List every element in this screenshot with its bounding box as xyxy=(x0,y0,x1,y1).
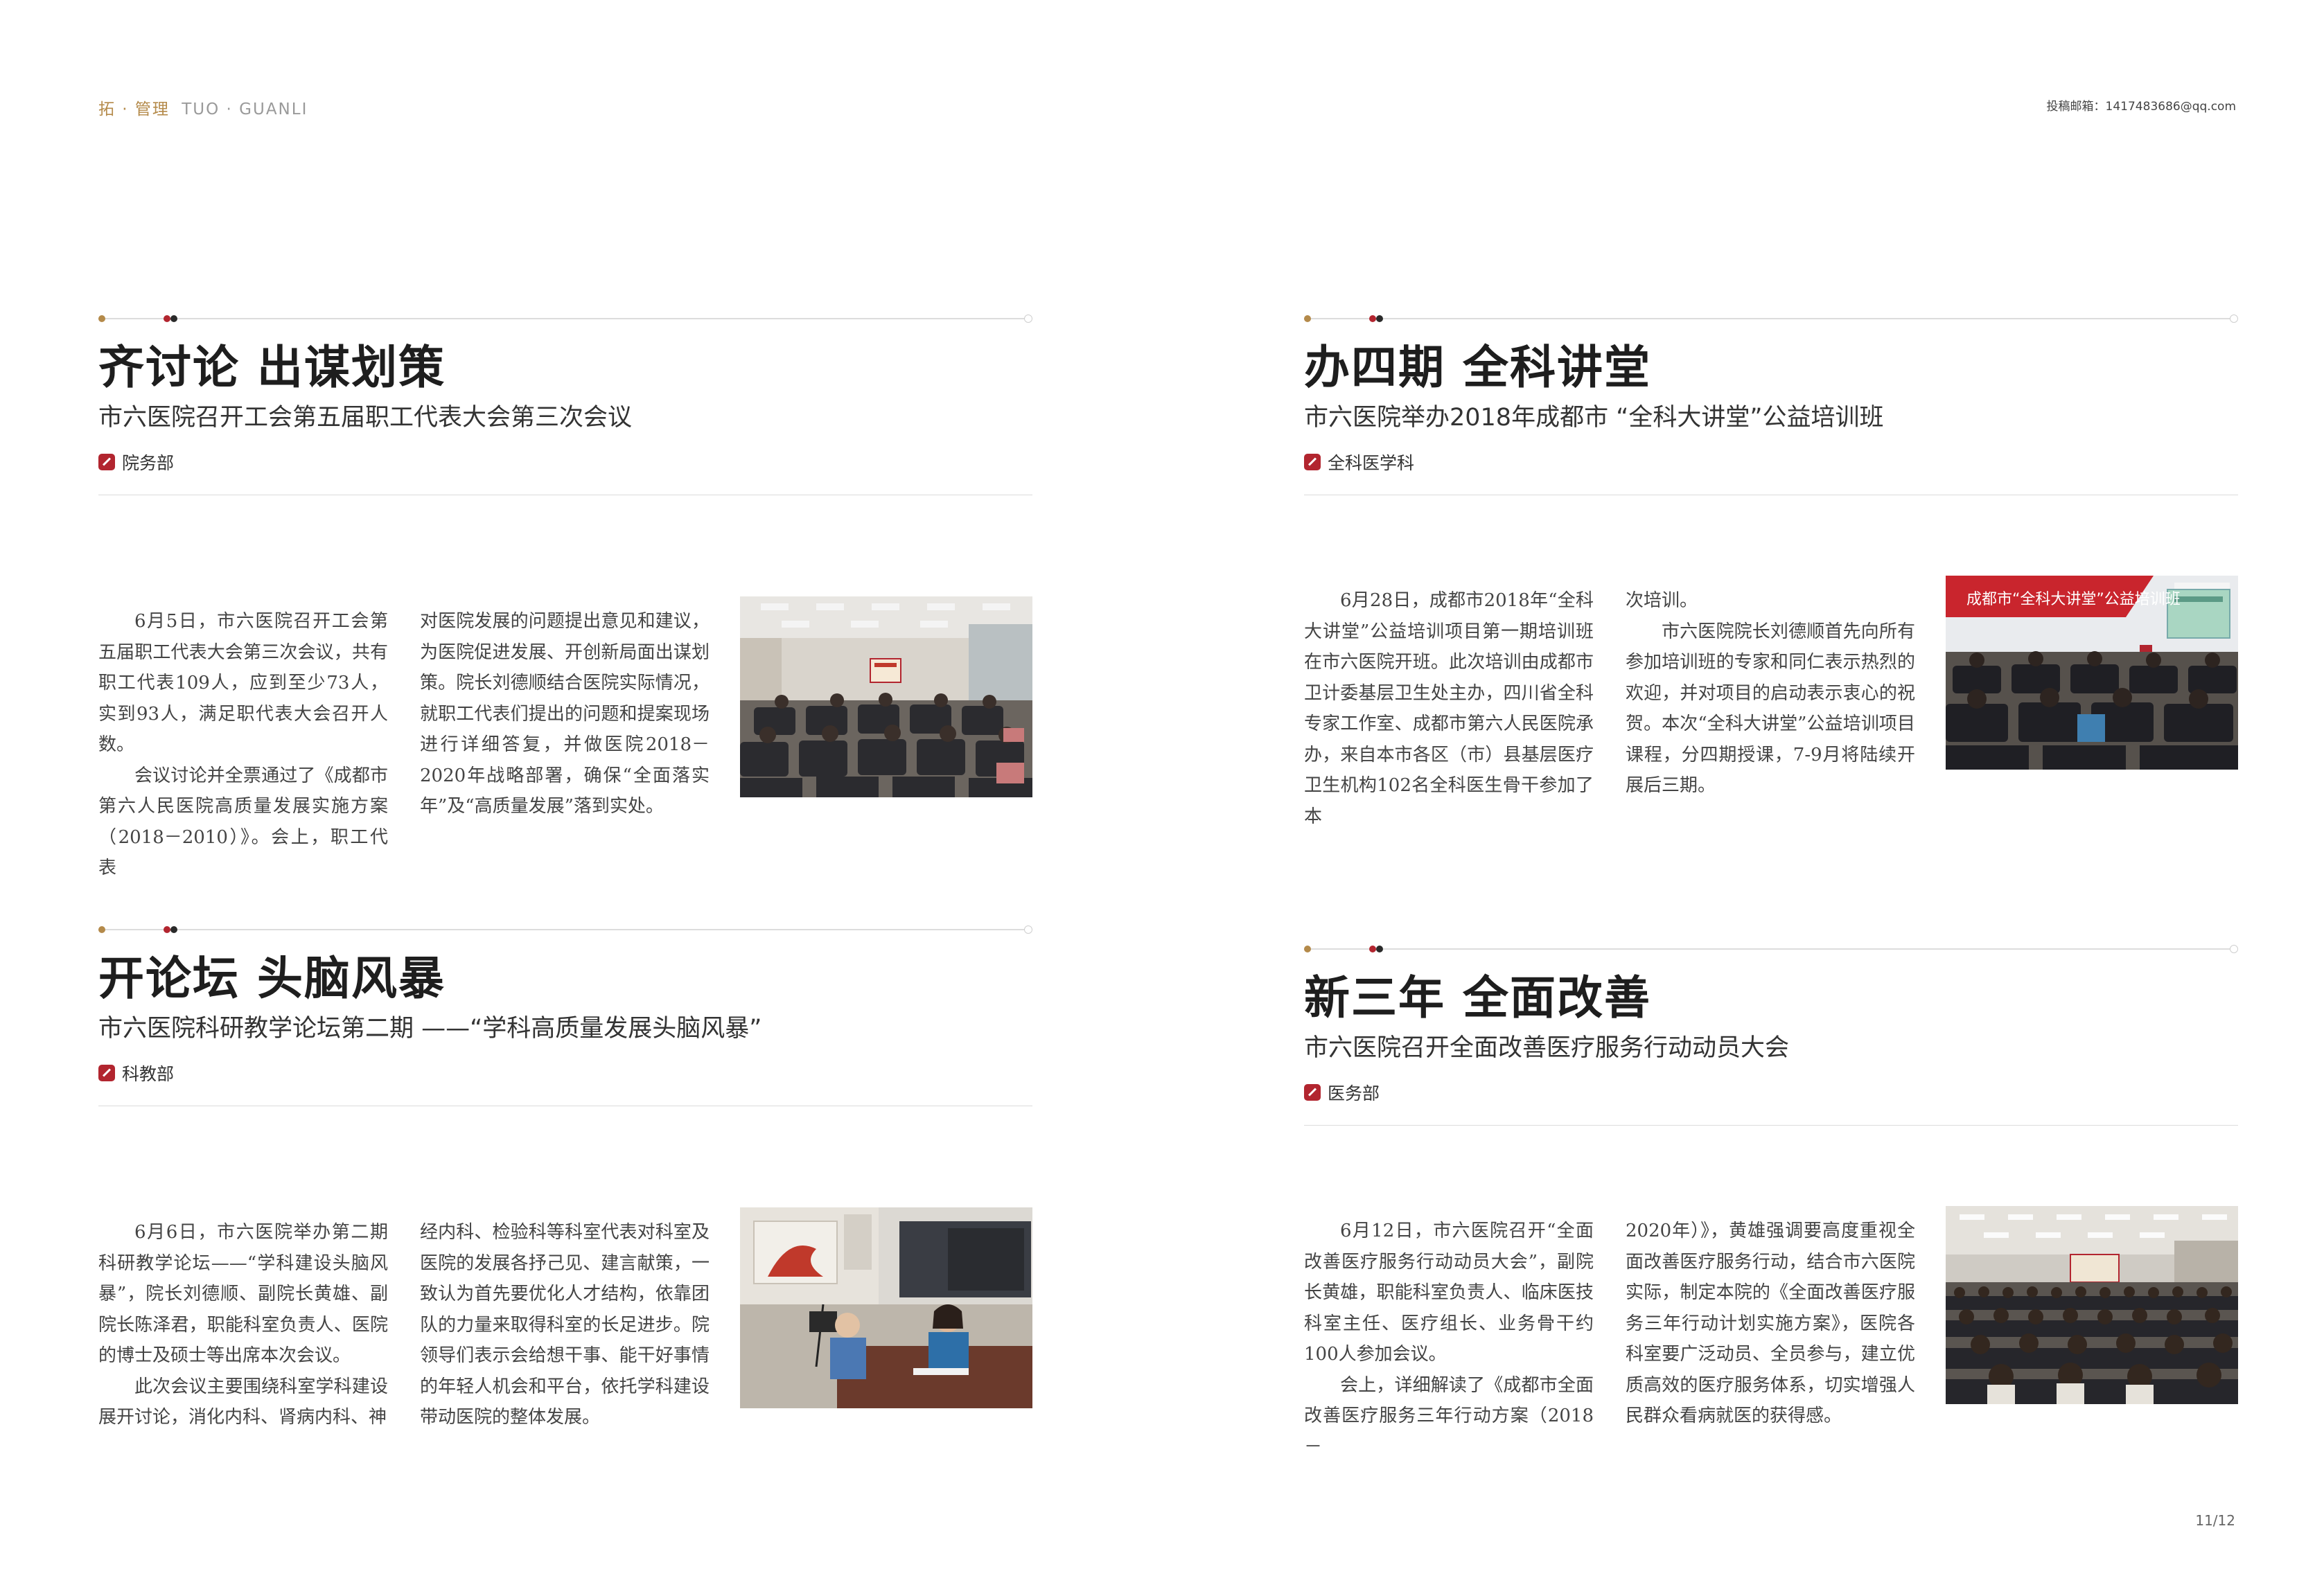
paragraph: 会议讨论并全票通过了《成都市第六人民医院高质量发展实施方案（2018－2010）… xyxy=(98,765,388,879)
paragraph: 会上，详细解读了《成都市全面改善医疗服务三年行动方案（2018－ xyxy=(1304,1374,1594,1457)
pen-icon xyxy=(1304,1084,1321,1101)
pen-icon xyxy=(1304,454,1321,470)
paragraph: 次培训。 xyxy=(1626,590,1698,611)
lecture-hall-photo: 成都市“全科大讲堂”公益培训班 xyxy=(1946,576,2238,777)
article-body: 6月5日，市六医院召开工会第五届职工代表大会第三次会议，共有职工代表109人，应… xyxy=(98,596,1032,884)
article-subtitle: 市六医院科研教学论坛第二期 ——“学科高质量发展头脑风暴” xyxy=(98,1015,762,1043)
text-column-1: 6月28日，成都市2018年“全科大讲堂”公益培训项目第一期培训班在市六医院开班… xyxy=(1304,585,1594,832)
article-subtitle: 市六医院召开工会第五届职工代表大会第三次会议 xyxy=(98,404,633,432)
divider xyxy=(1304,1125,2238,1126)
article-department: 科教部 xyxy=(98,1061,1032,1085)
page-number: 11/12 xyxy=(2195,1512,2235,1529)
photo-banner-text: 成都市“全科大讲堂”公益培训班 xyxy=(1966,591,2181,608)
contact-email[interactable]: 投稿邮箱：1417483686@qq.com xyxy=(2047,96,2236,114)
paragraph: 2020年）》，黄雄强调要高度重视全面改善医疗服务行动，结合市六医院实际，制定本… xyxy=(1626,1221,1915,1426)
section-cn: 拓 · 管理 xyxy=(98,100,170,118)
article-title: 开论坛 头脑风暴 xyxy=(98,951,446,1005)
text-column-1: 6月12日，市六医院召开“全面改善医疗服务行动动员大会”，副院长黄雄，职能科室负… xyxy=(1304,1216,1594,1462)
mobilization-meeting-photo xyxy=(1946,1206,2238,1407)
text-column-1: 6月5日，市六医院召开工会第五届职工代表大会第三次会议，共有职工代表109人，应… xyxy=(98,606,388,884)
article-subtitle: 市六医院召开全面改善医疗服务行动动员大会 xyxy=(1304,1034,1790,1062)
article-title: 齐讨论 出谋划策 xyxy=(98,340,446,394)
article-department: 院务部 xyxy=(98,450,1032,474)
department-label: 科教部 xyxy=(122,1064,175,1084)
article-research-forum: 开论坛 头脑风暴 市六医院科研教学论坛第二期 ——“学科高质量发展头脑风暴” 科… xyxy=(98,923,1032,1433)
department-label: 全科医学科 xyxy=(1328,453,1415,473)
paragraph: 经内科、检验科等科室代表对科室及医院的发展各抒己见、建言献策，一致认为首先要优化… xyxy=(420,1222,710,1428)
title-decoration xyxy=(98,312,1032,326)
article-subtitle: 市六医院举办2018年成都市 “全科大讲堂”公益培训班 xyxy=(1304,404,1884,432)
pen-icon xyxy=(98,1065,115,1081)
article-title: 新三年 全面改善 xyxy=(1304,970,1651,1025)
text-column-2: 经内科、检验科等科室代表对科室及医院的发展各抒己见、建言献策，一致认为首先要优化… xyxy=(420,1217,710,1433)
article-union-congress: 齐讨论 出谋划策 市六医院召开工会第五届职工代表大会第三次会议 院务部 6月5日… xyxy=(98,312,1032,884)
paragraph: 此次会议主要围绕科室学科建设展开讨论，消化内科、肾病内科、神 xyxy=(98,1376,388,1428)
paragraph: 6月28日，成都市2018年“全科大讲堂”公益培训项目第一期培训班在市六医院开班… xyxy=(1304,590,1594,827)
article-department: 全科医学科 xyxy=(1304,450,2238,474)
article-title: 办四期 全科讲堂 xyxy=(1304,340,1651,394)
forum-speakers-photo xyxy=(740,1207,1032,1408)
text-column-1: 6月6日，市六医院举办第二期科研教学论坛——“学科建设头脑风暴”，院长刘德顺、副… xyxy=(98,1217,388,1433)
pen-icon xyxy=(98,454,115,470)
text-column-2: 对医院发展的问题提出意见和建议，为医院促进发展、开创新局面出谋划策。院长刘德顺结… xyxy=(420,606,710,822)
paragraph: 对医院发展的问题提出意见和建议，为医院促进发展、开创新局面出谋划策。院长刘德顺结… xyxy=(420,611,710,817)
article-department: 医务部 xyxy=(1304,1081,2238,1104)
article-general-practice-lecture: 办四期 全科讲堂 市六医院举办2018年成都市 “全科大讲堂”公益培训班 全科医… xyxy=(1304,312,2238,832)
paragraph: 6月12日，市六医院召开“全面改善医疗服务行动动员大会”，副院长黄雄，职能科室负… xyxy=(1304,1221,1594,1365)
article-body: 6月6日，市六医院举办第二期科研教学论坛——“学科建设头脑风暴”，院长刘德顺、副… xyxy=(98,1207,1032,1433)
text-column-2: 次培训。 市六医院院长刘德顺首先向所有参加培训班的专家和同仁表示热烈的欢迎，并对… xyxy=(1626,585,1915,801)
paragraph: 6月5日，市六医院召开工会第五届职工代表大会第三次会议，共有职工代表109人，应… xyxy=(98,611,388,755)
title-decoration xyxy=(1304,312,2238,326)
paragraph: 6月6日，市六医院举办第二期科研教学论坛——“学科建设头脑风暴”，院长刘德顺、副… xyxy=(98,1222,388,1366)
running-head: 拓 · 管理 TUO · GUANLI xyxy=(98,96,308,119)
conference-room-photo xyxy=(740,596,1032,797)
section-en: TUO · GUANLI xyxy=(182,100,308,118)
department-label: 医务部 xyxy=(1328,1083,1380,1103)
text-column-2: 2020年）》，黄雄强调要高度重视全面改善医疗服务行动，结合市六医院实际，制定本… xyxy=(1626,1216,1915,1432)
article-body: 6月12日，市六医院召开“全面改善医疗服务行动动员大会”，副院长黄雄，职能科室负… xyxy=(1304,1206,2238,1462)
article-service-improvement: 新三年 全面改善 市六医院召开全面改善医疗服务行动动员大会 医务部 6月12日，… xyxy=(1304,942,2238,1462)
paragraph: 市六医院院长刘德顺首先向所有参加培训班的专家和同仁表示热烈的欢迎，并对项目的启动… xyxy=(1626,621,1915,797)
title-decoration xyxy=(1304,942,2238,956)
article-body: 6月28日，成都市2018年“全科大讲堂”公益培训项目第一期培训班在市六医院开班… xyxy=(1304,576,2238,832)
title-decoration xyxy=(98,923,1032,937)
department-label: 院务部 xyxy=(122,453,175,473)
